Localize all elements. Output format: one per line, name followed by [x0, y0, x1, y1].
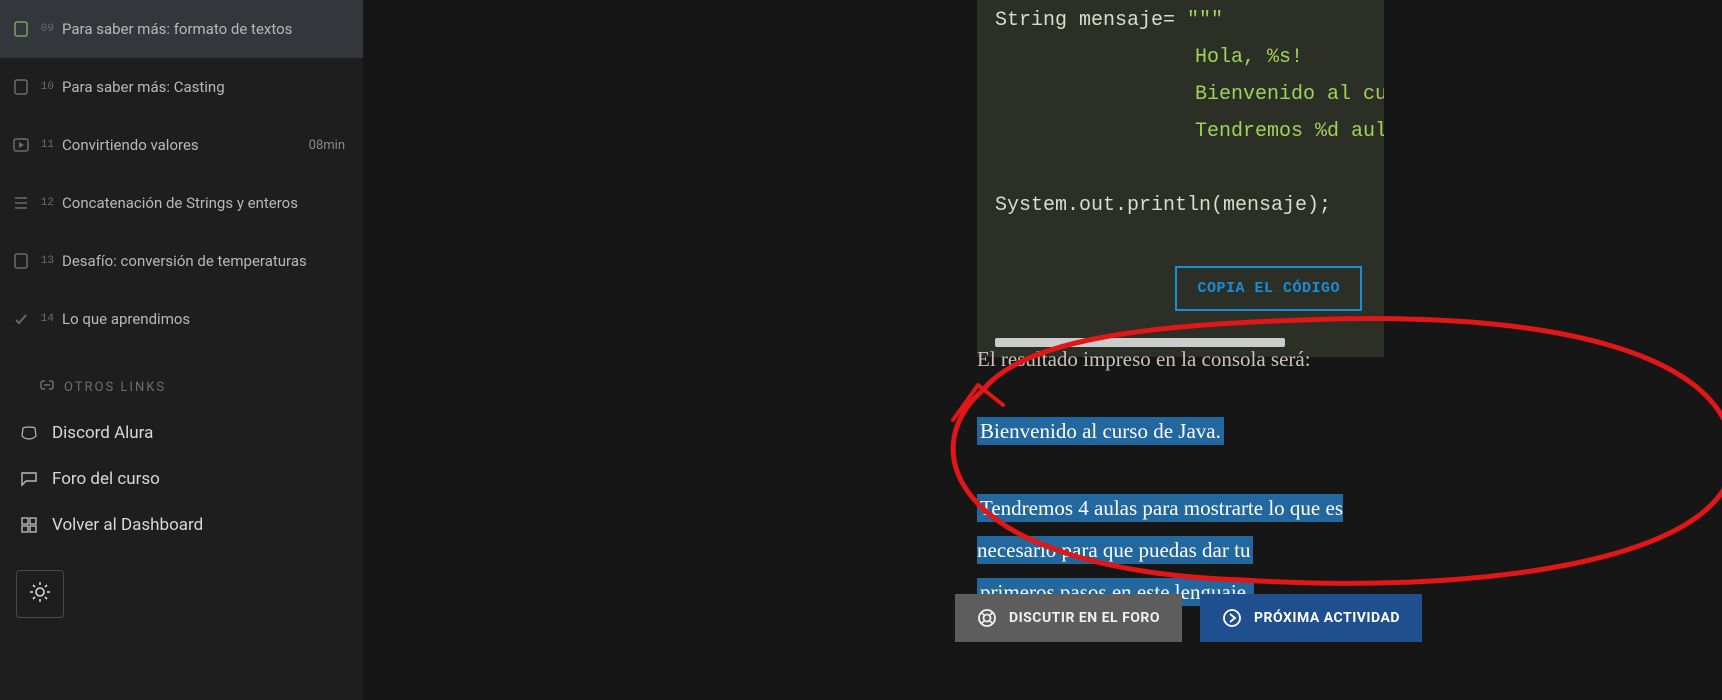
sidebar-item-label: Desafío: conversión de temperaturas — [62, 252, 345, 270]
sun-icon — [29, 581, 51, 607]
sidebar-section-label: OTROS LINKS — [64, 380, 166, 395]
code-line: Bienvenido al curso de Java. — [1195, 83, 1384, 106]
link-label: Foro del curso — [52, 469, 160, 489]
forum-icon — [20, 470, 38, 488]
file-icon — [12, 78, 30, 96]
code-line: System.out.println(mensaje); — [995, 194, 1331, 217]
bottom-action-bar: DISCUTIR EN EL FORO PRÓXIMA ACTIVIDAD — [955, 594, 1422, 642]
link-label: Volver al Dashboard — [52, 515, 203, 535]
sidebar-item-09[interactable]: 09 Para saber más: formato de textos — [0, 0, 363, 58]
video-icon — [12, 136, 30, 154]
code-line: Tendremos %d aulas para mostrarte lo que… — [1195, 120, 1384, 143]
sidebar-item-index: 14 — [36, 313, 54, 325]
sidebar-item-duration: 08min — [309, 138, 345, 153]
sidebar-item-index: 10 — [36, 81, 54, 93]
sidebar-item-label: Para saber más: formato de textos — [62, 20, 345, 38]
dashboard-icon — [20, 516, 38, 534]
sidebar-item-12[interactable]: 12 Concatenación de Strings y enteros — [0, 174, 363, 232]
link-label: Discord Alura — [52, 423, 153, 443]
link-dashboard[interactable]: Volver al Dashboard — [0, 502, 363, 548]
sidebar-item-10[interactable]: 10 Para saber más: Casting — [0, 58, 363, 116]
list-icon — [12, 194, 30, 212]
sidebar-item-index: 11 — [36, 139, 54, 151]
sidebar-item-index: 12 — [36, 197, 54, 209]
button-label: PRÓXIMA ACTIVIDAD — [1254, 610, 1400, 626]
code-line: String mensaje= """ — [995, 9, 1223, 32]
code-block: String mensaje= """ Hola, %s! Bienvenido… — [977, 0, 1384, 357]
sidebar-item-14[interactable]: 14 Lo que aprendimos — [0, 290, 363, 348]
sidebar-item-13[interactable]: 13 Desafío: conversión de temperaturas — [0, 232, 363, 290]
link-section-icon — [40, 378, 54, 396]
code-line: Hola, %s! — [1195, 46, 1303, 69]
discuss-forum-button[interactable]: DISCUTIR EN EL FORO — [955, 594, 1182, 642]
highlighted-output: Tendremos 4 aulas para mostrarte lo que … — [977, 494, 1343, 564]
button-label: DISCUTIR EN EL FORO — [1009, 610, 1160, 626]
lifebuoy-icon — [977, 608, 997, 628]
sidebar-section-header: OTROS LINKS — [0, 348, 363, 410]
sidebar-item-label: Para saber más: Casting — [62, 78, 345, 96]
copy-code-button[interactable]: COPIA EL CÓDIGO — [1175, 266, 1362, 311]
main-content: String mensaje= """ Hola, %s! Bienvenido… — [363, 0, 1722, 700]
link-foro[interactable]: Foro del curso — [0, 456, 363, 502]
discord-icon — [20, 424, 38, 442]
check-icon — [12, 310, 30, 328]
sidebar-item-index: 09 — [36, 23, 54, 35]
sidebar-item-index: 13 — [36, 255, 54, 267]
sidebar-item-11[interactable]: 11 Convirtiendo valores 08min — [0, 116, 363, 174]
file-icon — [12, 252, 30, 270]
next-activity-button[interactable]: PRÓXIMA ACTIVIDAD — [1200, 594, 1422, 642]
highlighted-output: Bienvenido al curso de Java. — [977, 417, 1224, 445]
link-discord[interactable]: Discord Alura — [0, 410, 363, 456]
arrow-right-circle-icon — [1222, 608, 1242, 628]
file-icon — [12, 20, 30, 38]
sidebar-item-label: Concatenación de Strings y enteros — [62, 194, 345, 212]
sidebar-item-label: Convirtiendo valores — [62, 136, 301, 154]
result-intro: El resultado impreso en la consola será: — [977, 344, 1422, 376]
theme-toggle-button[interactable] — [16, 570, 64, 618]
sidebar: 09 Para saber más: formato de textos 10 … — [0, 0, 363, 700]
sidebar-item-label: Lo que aprendimos — [62, 310, 345, 328]
